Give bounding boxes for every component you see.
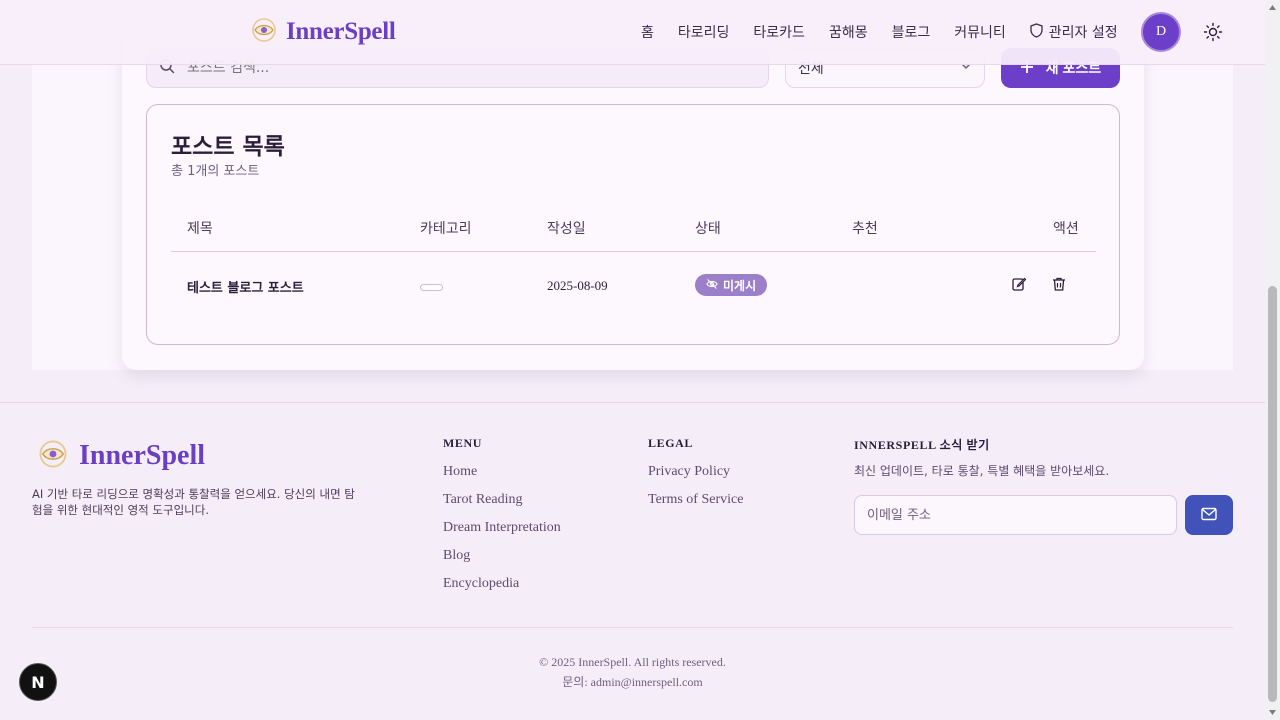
mail-icon xyxy=(1201,507,1217,524)
admin-label: 관리자 설정 xyxy=(1048,25,1118,41)
newsletter-email-field[interactable] xyxy=(854,495,1177,535)
scrollbar-thumb[interactable] xyxy=(1268,286,1277,702)
post-row-date: 2025-08-09 xyxy=(547,278,608,293)
footer-menu-title: MENU xyxy=(443,436,483,450)
sun-icon xyxy=(1203,22,1223,46)
scroll-up-arrow-icon[interactable] xyxy=(1268,3,1277,12)
delete-post-button[interactable] xyxy=(1049,276,1069,296)
footer-divider xyxy=(0,402,1265,403)
site-header: InnerSpell 홈 타로리딩 타로카드 꿈해몽 블로그 커뮤니티 관리자 … xyxy=(0,0,1280,65)
scroll-down-arrow-icon[interactable] xyxy=(1268,708,1277,717)
newsletter-subscribe-button[interactable] xyxy=(1185,495,1233,535)
dev-tools-badge[interactable]: N xyxy=(19,663,57,701)
footer-brand[interactable]: InnerSpell xyxy=(37,438,205,474)
table-header-divider xyxy=(171,251,1096,252)
footer-description: AI 기반 타로 리딩으로 명확성과 통찰력을 얻으세요. 당신의 내면 탐험을… xyxy=(32,487,355,517)
nav-dream[interactable]: 꿈해몽 xyxy=(829,22,868,42)
footer-newsletter-title: INNERSPELL 소식 받기 xyxy=(854,438,990,452)
contact-text: 문의: admin@innerspell.com xyxy=(562,675,703,689)
footer-legal-title: LEGAL xyxy=(648,436,694,450)
category-chip xyxy=(420,284,443,291)
brand-logo[interactable]: InnerSpell xyxy=(250,16,396,48)
footer-link-blog[interactable]: Blog xyxy=(443,548,470,564)
footer-link-dream[interactable]: Dream Interpretation xyxy=(443,520,561,536)
nav-admin-settings[interactable]: 관리자 설정 xyxy=(1030,22,1118,42)
footer-link-privacy[interactable]: Privacy Policy xyxy=(648,464,730,480)
status-label: 미게시 xyxy=(723,278,757,293)
eye-logo-icon xyxy=(37,438,69,474)
post-list-title: 포스트 목록 xyxy=(171,134,285,160)
footer-bottom-divider xyxy=(32,627,1233,628)
footer-copyright: © 2025 InnerSpell. All rights reserved. … xyxy=(0,652,1265,692)
col-header-featured: 추천 xyxy=(852,221,878,237)
footer-link-home[interactable]: Home xyxy=(443,464,477,480)
footer-brand-name: InnerSpell xyxy=(79,440,206,471)
eye-logo-icon xyxy=(250,16,278,48)
trash-icon xyxy=(1051,276,1067,296)
main-nav: 홈 타로리딩 타로카드 꿈해몽 블로그 커뮤니티 관리자 설정 xyxy=(641,22,1118,42)
nav-home[interactable]: 홈 xyxy=(641,22,654,42)
footer-link-encyclopedia[interactable]: Encyclopedia xyxy=(443,576,519,592)
post-list-panel: 포스트 목록 총 1개의 포스트 제목 카테고리 작성일 상태 추천 액션 테스… xyxy=(146,104,1120,345)
post-row-title[interactable]: 테스트 블로그 포스트 xyxy=(187,277,304,296)
brand-name: InnerSpell xyxy=(286,18,396,45)
nav-blog[interactable]: 블로그 xyxy=(892,22,931,42)
copyright-text: © 2025 InnerSpell. All rights reserved. xyxy=(539,655,726,669)
status-badge: 미게시 xyxy=(695,274,768,296)
shield-icon xyxy=(1030,22,1043,42)
eye-off-icon xyxy=(706,278,718,293)
nav-tarot-cards[interactable]: 타로카드 xyxy=(753,22,805,42)
col-header-status: 상태 xyxy=(695,221,721,237)
theme-toggle-button[interactable] xyxy=(1203,22,1223,42)
post-list-count: 총 1개의 포스트 xyxy=(171,164,260,179)
col-header-date: 작성일 xyxy=(547,221,586,237)
col-header-category: 카테고리 xyxy=(420,221,472,237)
nav-tarot-reading[interactable]: 타로리딩 xyxy=(678,22,730,42)
footer-link-tarot-reading[interactable]: Tarot Reading xyxy=(443,492,523,508)
footer-link-terms[interactable]: Terms of Service xyxy=(648,492,743,508)
avatar[interactable]: D xyxy=(1141,12,1181,52)
nav-community[interactable]: 커뮤니티 xyxy=(954,22,1006,42)
col-header-title: 제목 xyxy=(187,221,213,237)
col-header-actions: 액션 xyxy=(1053,221,1079,237)
footer-newsletter-subtitle: 최신 업데이트, 타로 통찰, 특별 혜택을 받아보세요. xyxy=(854,464,1110,478)
edit-icon xyxy=(1011,276,1027,296)
edit-post-button[interactable] xyxy=(1009,276,1029,296)
